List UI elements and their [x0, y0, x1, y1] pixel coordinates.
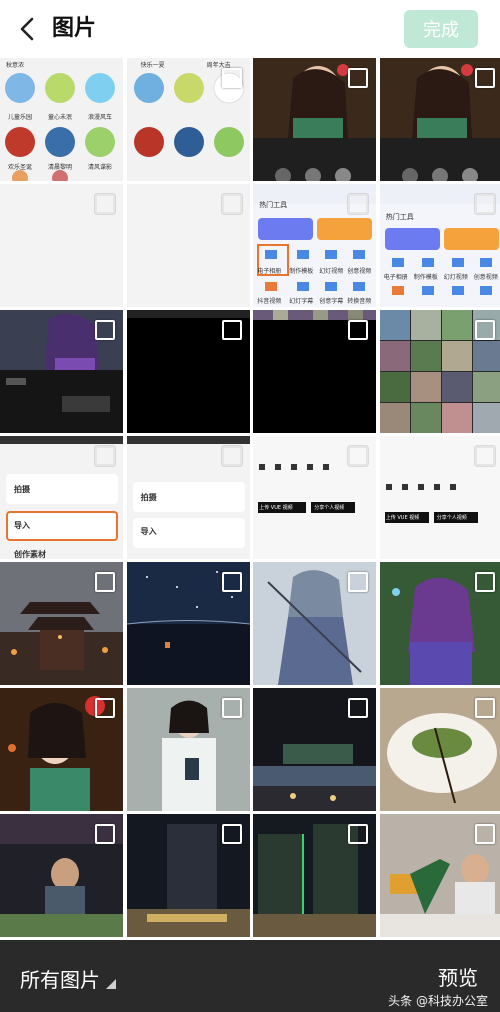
select-checkbox[interactable] [221, 68, 242, 88]
select-checkbox[interactable] [474, 446, 495, 466]
select-checkbox[interactable] [221, 446, 242, 466]
thumb-label: 制作模板 [289, 268, 314, 275]
photo-thumbnail[interactable] [253, 310, 377, 433]
photo-thumbnail[interactable] [0, 184, 123, 307]
select-checkbox[interactable] [95, 446, 115, 466]
thumb-label: 清晨黎明 [48, 164, 73, 171]
select-checkbox[interactable] [348, 446, 369, 466]
photo-thumbnail[interactable]: 秋意浓 儿童乐园 童心未泯 浪漫风车 欢乐圣诞 清晨黎明 清风谍影 [0, 58, 123, 181]
top-bar: 图片 完成 [0, 0, 500, 58]
select-checkbox[interactable] [221, 320, 242, 340]
thumb-label: 创作素材 [14, 550, 46, 559]
thumb-label: 导入 [140, 527, 157, 536]
thumb-label: 拍摄 [14, 485, 30, 494]
photo-thumbnail[interactable] [253, 58, 377, 181]
thumb-label: 欢乐圣诞 [8, 164, 33, 171]
thumb-label: 分享个人视频 [314, 505, 345, 511]
thumb-label: 浪漫风车 [88, 114, 113, 121]
thumb-label: 抖音视频 [257, 298, 282, 305]
select-checkbox[interactable] [474, 194, 495, 214]
preview-button[interactable]: 预览 [438, 962, 478, 991]
photo-thumbnail[interactable] [0, 688, 123, 811]
select-checkbox[interactable] [348, 698, 369, 718]
photo-thumbnail[interactable] [253, 814, 377, 937]
photo-thumbnail[interactable]: 拍摄 导入 [126, 436, 250, 559]
photo-grid: 秋意浓 儿童乐园 童心未泯 浪漫风车 欢乐圣诞 清晨黎明 清风谍影 快乐一夏 周… [0, 58, 500, 940]
back-arrow-icon [20, 17, 34, 41]
photo-thumbnail[interactable]: 拍摄 导入 创作素材 [0, 436, 123, 559]
select-checkbox[interactable] [221, 698, 242, 718]
select-checkbox[interactable] [95, 194, 115, 214]
photo-thumbnail[interactable] [379, 562, 500, 685]
dropdown-triangle-icon [106, 978, 116, 989]
photo-thumbnail[interactable] [0, 562, 123, 685]
photo-thumbnail[interactable] [379, 688, 500, 811]
select-checkbox[interactable] [348, 68, 369, 88]
thumb-label: 幻灯视频 [319, 268, 344, 275]
photo-thumbnail[interactable] [126, 184, 250, 307]
photo-thumbnail[interactable] [126, 814, 250, 937]
album-label: 所有图片 [20, 968, 100, 992]
select-checkbox[interactable] [95, 698, 115, 718]
dark-strip [0, 436, 123, 444]
thumb-label: 创意字幕 [319, 298, 344, 305]
thumb-label: 儿童乐园 [8, 114, 33, 121]
select-checkbox[interactable] [221, 572, 242, 592]
thumb-label: 电子相册 [257, 268, 282, 275]
select-checkbox[interactable] [95, 320, 115, 340]
thumb-label: 上传 VUE 视频 [385, 515, 420, 521]
photo-thumbnail[interactable] [379, 58, 500, 181]
select-checkbox[interactable] [348, 572, 369, 592]
thumb-label: 拍摄 [140, 493, 157, 502]
select-checkbox[interactable] [474, 320, 495, 340]
photo-thumbnail[interactable] [0, 814, 123, 937]
select-checkbox[interactable] [221, 194, 242, 214]
photo-thumbnail[interactable] [253, 562, 377, 685]
photo-thumbnail[interactable] [126, 688, 250, 811]
photo-thumbnail[interactable]: 热门工具 电子相册 制作模板 幻灯视频 创意视频 抖音视频 幻灯字幕 创意字幕 … [253, 184, 377, 307]
select-checkbox[interactable] [474, 572, 495, 592]
photo-thumbnail[interactable] [379, 814, 500, 937]
thumb-label: 幻灯视频 [443, 274, 468, 281]
thumb-label: 创意视频 [473, 274, 498, 281]
photo-thumbnail[interactable] [126, 562, 250, 685]
album-selector[interactable]: 所有图片 [20, 964, 116, 993]
photo-thumbnail[interactable]: 上传 VUE 视频 分享个人视频 [253, 436, 377, 559]
select-checkbox[interactable] [95, 824, 115, 844]
select-checkbox[interactable] [348, 320, 369, 340]
page-title: 图片 [52, 16, 97, 41]
thumb-label: 导入 [14, 521, 30, 530]
thumb-label: 创意视频 [347, 268, 372, 275]
thumb-label: 分享个人视频 [436, 515, 467, 521]
photo-thumbnail[interactable]: 快乐一夏 周年大吉 [126, 58, 250, 181]
photo-thumbnail[interactable]: 上传 VUE 视频 分享个人视频 [379, 436, 500, 559]
thumb-label: 清风谍影 [88, 164, 113, 171]
done-button[interactable]: 完成 [404, 10, 478, 48]
back-button[interactable] [10, 12, 44, 46]
select-checkbox[interactable] [474, 68, 495, 88]
dark-strip [126, 310, 250, 318]
select-checkbox[interactable] [348, 194, 369, 214]
dark-strip [126, 436, 250, 444]
bottom-bar: 所有图片 预览 头条 @科技办公室 [0, 940, 500, 1012]
photo-thumbnail[interactable]: 热门工具 电子相册 制作模板 幻灯视频 创意视频 [379, 184, 500, 307]
thumb-label: 童心未泯 [48, 114, 73, 121]
thumb-label: 转换音频 [347, 298, 372, 305]
select-checkbox[interactable] [474, 824, 495, 844]
thumb-label: 电子相册 [383, 274, 408, 281]
select-checkbox[interactable] [95, 572, 115, 592]
select-checkbox[interactable] [221, 824, 242, 844]
photo-thumbnail[interactable] [253, 688, 377, 811]
photo-thumbnail[interactable] [379, 310, 500, 433]
watermark-text: 头条 @科技办公室 [388, 994, 488, 1008]
photo-thumbnail[interactable] [126, 310, 250, 433]
thumb-label: 上传 VUE 视频 [259, 505, 293, 511]
select-checkbox[interactable] [348, 824, 369, 844]
select-checkbox[interactable] [474, 698, 495, 718]
thumb-label: 幻灯字幕 [289, 298, 314, 305]
thumb-label: 制作模板 [413, 274, 438, 281]
photo-thumbnail[interactable] [0, 310, 123, 433]
